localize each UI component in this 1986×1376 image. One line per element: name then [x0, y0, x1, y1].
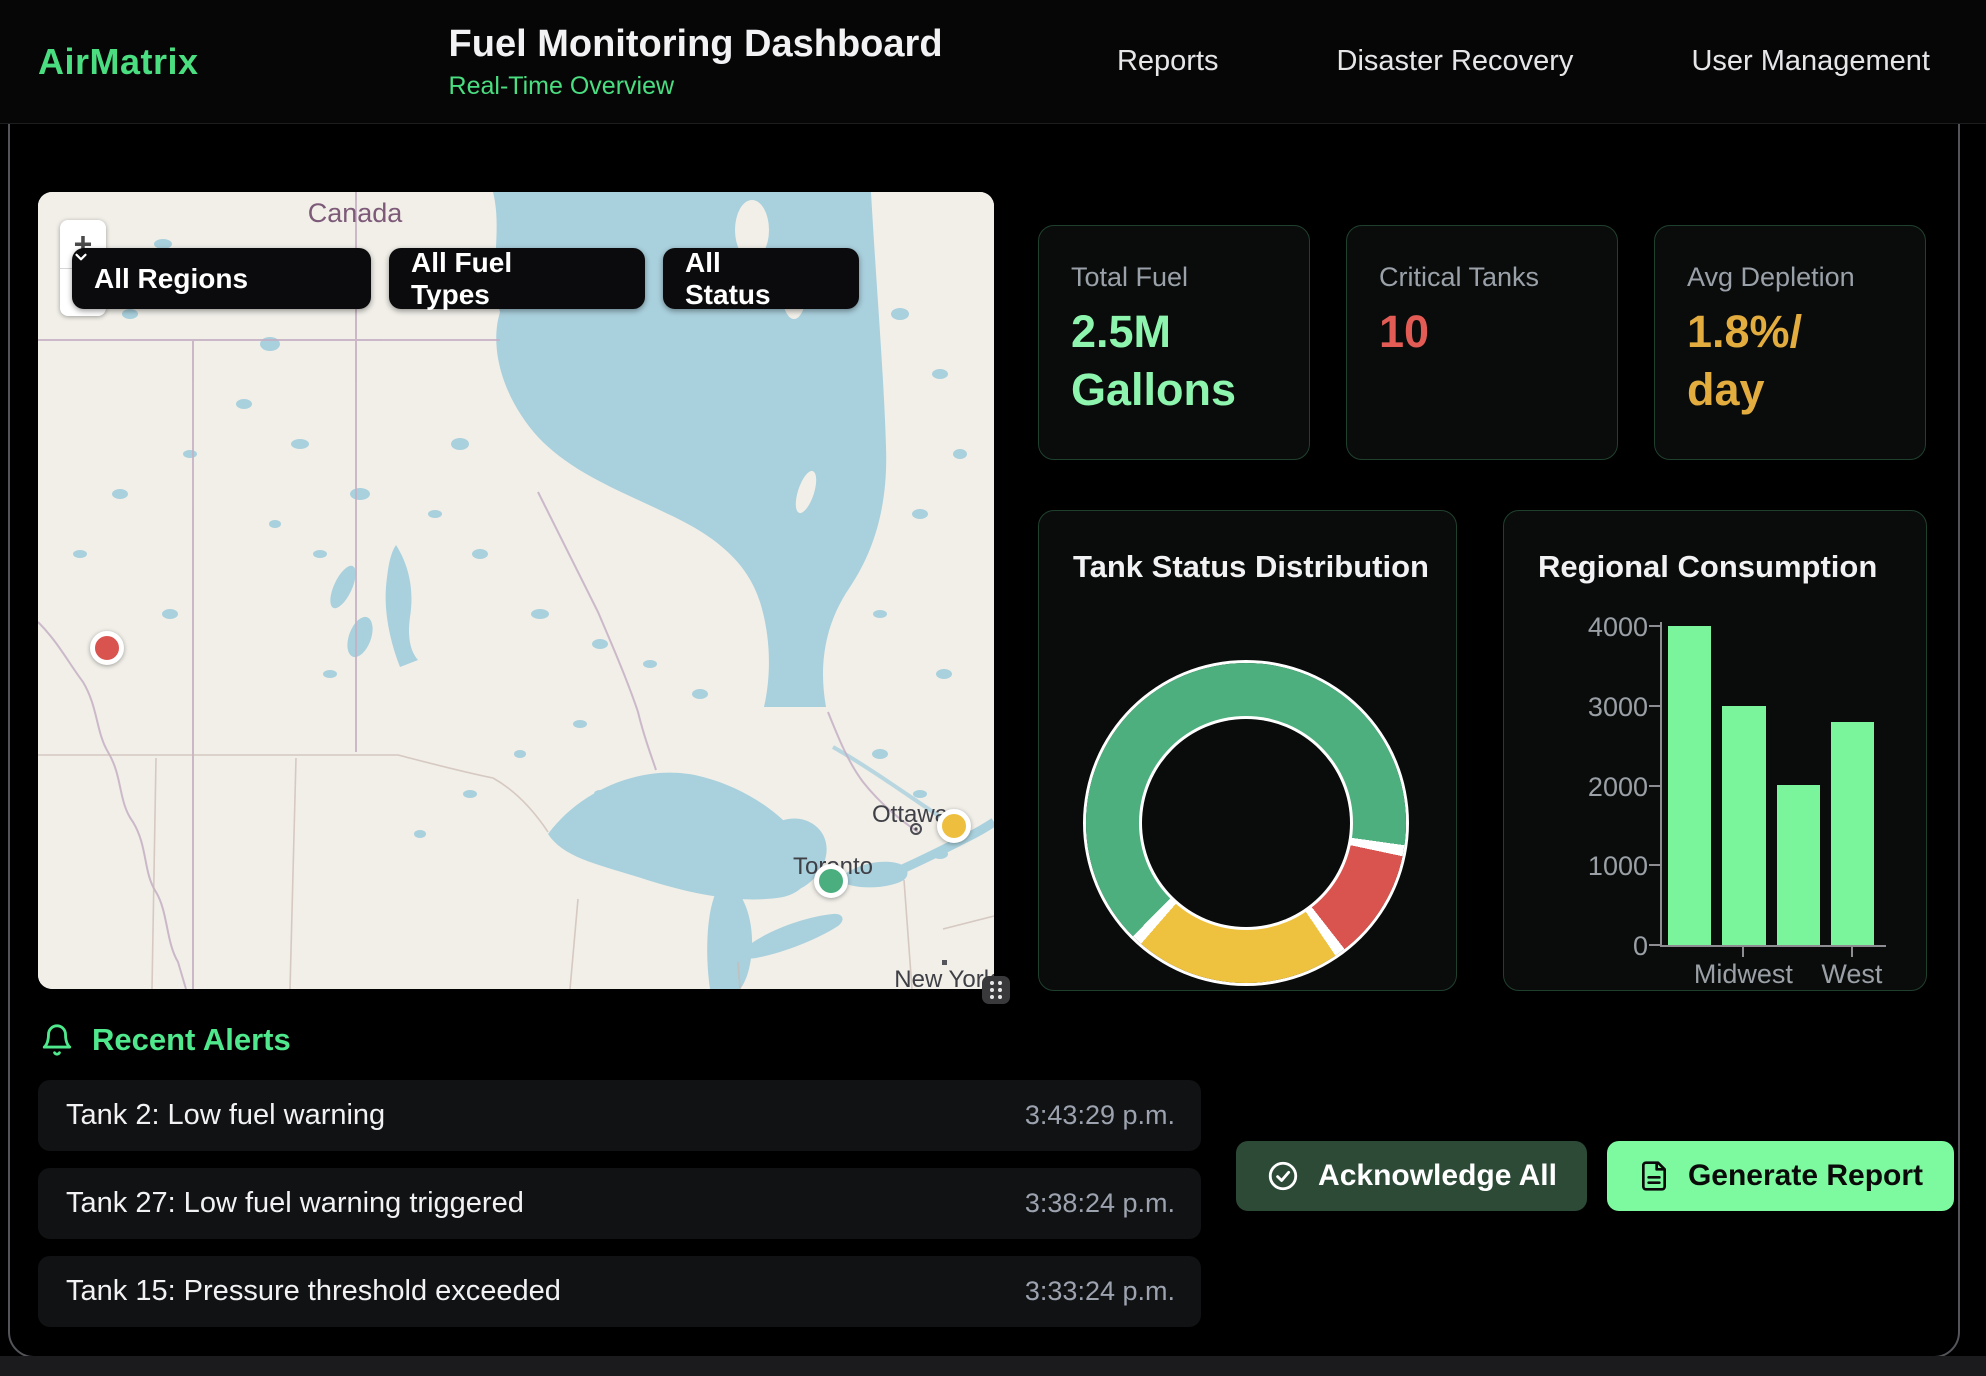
page-title: Fuel Monitoring Dashboard [449, 23, 943, 66]
map-canvas[interactable]: Canada Ottawa Toronto New York + − All R… [38, 192, 994, 989]
tank-status-card: Tank Status Distribution [1038, 510, 1457, 991]
acknowledge-all-button[interactable]: Acknowledge All [1236, 1141, 1587, 1211]
acknowledge-all-label: Acknowledge All [1318, 1159, 1557, 1193]
chart-title: Regional Consumption [1538, 549, 1926, 585]
page-subtitle: Real-Time Overview [449, 72, 943, 101]
stat-card-critical-tanks: Critical Tanks 10 [1346, 225, 1618, 460]
tank-status-donut-chart [1086, 663, 1406, 983]
y-tick-label: 3000 [1522, 692, 1648, 723]
fuel-type-filter-value: All Fuel Types [411, 247, 597, 311]
alert-row[interactable]: Tank 27: Low fuel warning triggered 3:38… [38, 1168, 1201, 1239]
bottom-strip [0, 1356, 1986, 1376]
fuel-type-filter-dropdown[interactable]: All Fuel Types [389, 248, 645, 309]
app-logo: AirMatrix [38, 41, 199, 83]
alerts-header: Recent Alerts [40, 1022, 291, 1058]
x-tick-mark [1851, 947, 1853, 957]
status-filter-value: All Status [685, 247, 811, 311]
bar-Midwest [1722, 706, 1765, 945]
title-block: Fuel Monitoring Dashboard Real-Time Over… [449, 23, 943, 101]
region-filter-dropdown[interactable]: All Regions [72, 248, 371, 309]
nav-disaster-recovery[interactable]: Disaster Recovery [1337, 45, 1574, 78]
check-circle-icon [1266, 1159, 1300, 1193]
alert-time: 3:43:29 p.m. [1025, 1100, 1175, 1131]
bar-West [1831, 722, 1874, 945]
alerts-title: Recent Alerts [92, 1022, 291, 1058]
regional-consumption-card: Regional Consumption 01000200030004000Mi… [1503, 510, 1927, 991]
stat-card-total-fuel: Total Fuel 2.5M Gallons [1038, 225, 1310, 460]
y-tick-mark [1649, 864, 1660, 866]
drag-handle[interactable] [982, 976, 1010, 1004]
bar-region-2 [1777, 785, 1820, 945]
map-art: Canada Ottawa Toronto New York [38, 192, 994, 989]
nav-reports[interactable]: Reports [1117, 45, 1219, 78]
status-filter-dropdown[interactable]: All Status [663, 248, 859, 309]
y-tick-label: 2000 [1522, 772, 1648, 803]
map-filters: All Regions All Fuel Types All Status [72, 248, 859, 309]
map-label-new-york: New York [894, 966, 994, 989]
x-tick-mark [1742, 947, 1744, 957]
alert-text: Tank 15: Pressure threshold exceeded [66, 1275, 561, 1308]
region-filter-value: All Regions [94, 263, 248, 295]
y-tick-mark [1649, 944, 1660, 946]
alert-text: Tank 27: Low fuel warning triggered [66, 1187, 524, 1220]
map-label-canada: Canada [308, 198, 404, 228]
alert-time: 3:33:24 p.m. [1025, 1276, 1175, 1307]
y-tick-label: 0 [1522, 931, 1648, 962]
nav-user-management[interactable]: User Management [1691, 45, 1930, 78]
y-tick-label: 1000 [1522, 851, 1648, 882]
y-tick-mark [1649, 785, 1660, 787]
stat-value: 1.8%/ day [1687, 303, 1925, 418]
bar-region-0 [1668, 626, 1711, 945]
stat-value: 10 [1379, 303, 1617, 361]
chart-title: Tank Status Distribution [1073, 549, 1456, 585]
tank-marker-warning[interactable] [937, 809, 971, 843]
alert-row[interactable]: Tank 2: Low fuel warning 3:43:29 p.m. [38, 1080, 1201, 1151]
dashboard: AirMatrix Fuel Monitoring Dashboard Real… [0, 0, 1986, 1376]
y-tick-mark [1649, 705, 1660, 707]
tank-marker-critical[interactable] [90, 631, 124, 665]
alert-text: Tank 2: Low fuel warning [66, 1099, 385, 1132]
generate-report-button[interactable]: Generate Report [1607, 1141, 1954, 1211]
regional-consumption-bar-chart [1662, 626, 1879, 945]
stat-card-avg-depletion: Avg Depletion 1.8%/ day [1654, 225, 1926, 460]
stat-label: Critical Tanks [1379, 262, 1617, 293]
generate-report-label: Generate Report [1688, 1159, 1923, 1193]
stat-label: Avg Depletion [1687, 262, 1925, 293]
report-document-icon [1638, 1160, 1670, 1192]
alert-row[interactable]: Tank 15: Pressure threshold exceeded 3:3… [38, 1256, 1201, 1327]
y-tick-mark [1649, 625, 1660, 627]
tank-marker-normal[interactable] [814, 864, 848, 898]
main-nav: Reports Disaster Recovery User Managemen… [1117, 45, 1930, 78]
stat-value: 2.5M Gallons [1071, 303, 1309, 418]
header: AirMatrix Fuel Monitoring Dashboard Real… [0, 0, 1986, 124]
stat-label: Total Fuel [1071, 262, 1309, 293]
alert-time: 3:38:24 p.m. [1025, 1188, 1175, 1219]
y-tick-label: 4000 [1522, 612, 1648, 643]
bell-icon [40, 1023, 74, 1057]
x-tick-label: West [1782, 959, 1922, 990]
